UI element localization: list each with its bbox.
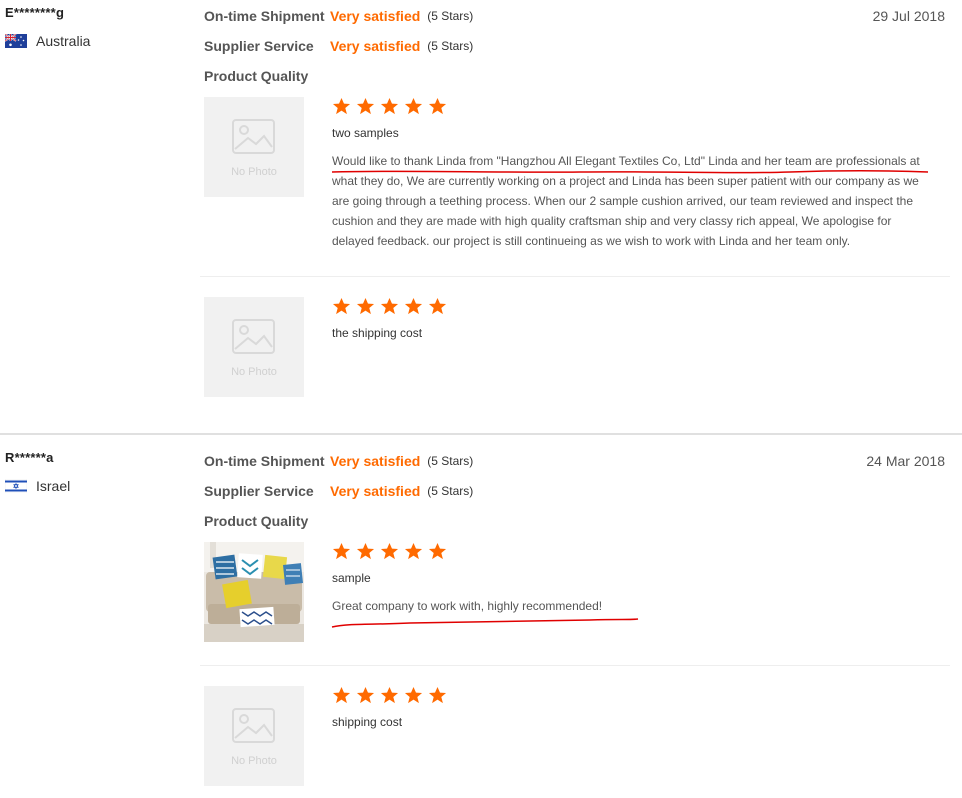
red-underline-annotation [331, 618, 639, 628]
star-icon [356, 97, 375, 115]
no-photo-text: No Photo [231, 755, 277, 767]
item-divider [200, 276, 950, 277]
star-icon [404, 686, 423, 704]
star-icon [356, 542, 375, 560]
shipment-stars: (5 Stars) [427, 454, 474, 468]
review-card: R******a Israel On-time Shipment Very sa… [0, 437, 962, 798]
review-item: No Photo the shipping cost [204, 297, 950, 397]
image-placeholder-icon: No Photo [231, 319, 277, 378]
no-photo-thumbnail[interactable]: No Photo [204, 297, 304, 397]
star-rating [332, 686, 452, 705]
star-icon [428, 297, 447, 315]
buyer-name: E********g [5, 5, 65, 20]
shipment-value: Very satisfied [330, 8, 421, 24]
review-item: No Photo two samples Would like to thank… [204, 97, 950, 267]
red-underline-annotation [331, 170, 929, 174]
review-date: 24 Mar 2018 [866, 453, 945, 469]
no-photo-thumbnail[interactable]: No Photo [204, 97, 304, 197]
product-name: the shipping cost [332, 326, 423, 340]
review-date: 29 Jul 2018 [872, 8, 945, 24]
star-icon [380, 542, 399, 560]
star-icon [380, 297, 399, 315]
australia-flag-icon [5, 34, 27, 48]
image-placeholder-icon: No Photo [231, 119, 277, 178]
no-photo-text: No Photo [231, 166, 277, 178]
star-icon [380, 686, 399, 704]
service-rating: Supplier Service Very satisfied (5 Stars… [204, 38, 473, 54]
star-icon [332, 97, 351, 115]
star-icon [332, 297, 351, 315]
buyer-name: R******a [5, 450, 54, 465]
product-photo-thumbnail[interactable] [204, 542, 304, 642]
star-icon [428, 542, 447, 560]
quality-label: Product Quality [204, 68, 309, 84]
service-value: Very satisfied [330, 483, 421, 499]
star-icon [380, 97, 399, 115]
star-icon [404, 297, 423, 315]
star-icon [332, 542, 351, 560]
service-stars: (5 Stars) [427, 39, 474, 53]
buyer-country: Australia [5, 33, 90, 49]
star-icon [428, 686, 447, 704]
quality-label: Product Quality [204, 513, 309, 529]
product-name: two samples [332, 126, 399, 140]
star-icon [356, 686, 375, 704]
image-placeholder-icon: No Photo [231, 708, 277, 767]
service-label: Supplier Service [204, 38, 314, 54]
star-icon [428, 97, 447, 115]
star-icon [356, 297, 375, 315]
israel-flag-icon [5, 479, 27, 493]
review-item: No Photo shipping cost [204, 686, 950, 786]
buyer-country: Israel [5, 478, 70, 494]
shipment-label: On-time Shipment [204, 8, 325, 24]
review-text: Great company to work with, highly recom… [332, 599, 603, 613]
item-divider [200, 665, 950, 666]
country-label: Australia [36, 33, 91, 49]
product-name: sample [332, 571, 371, 585]
star-icon [332, 686, 351, 704]
review-text: Would like to thank Linda from "Hangzhou… [332, 154, 920, 248]
star-rating [332, 97, 452, 116]
shipment-rating: On-time Shipment Very satisfied (5 Stars… [204, 8, 473, 24]
country-label: Israel [36, 478, 71, 494]
service-rating: Supplier Service Very satisfied (5 Stars… [204, 483, 473, 499]
shipment-label: On-time Shipment [204, 453, 325, 469]
star-icon [404, 542, 423, 560]
review-card: E********g Australia On-time Shipment Ve… [0, 0, 962, 435]
no-photo-thumbnail[interactable]: No Photo [204, 686, 304, 786]
star-rating [332, 297, 452, 316]
service-stars: (5 Stars) [427, 484, 474, 498]
service-value: Very satisfied [330, 38, 421, 54]
review-item: sample Great company to work with, highl… [204, 542, 950, 652]
star-rating [332, 542, 452, 561]
star-icon [404, 97, 423, 115]
no-photo-text: No Photo [231, 366, 277, 378]
shipment-stars: (5 Stars) [427, 9, 474, 23]
shipment-value: Very satisfied [330, 453, 421, 469]
shipment-rating: On-time Shipment Very satisfied (5 Stars… [204, 453, 473, 469]
service-label: Supplier Service [204, 483, 314, 499]
product-name: shipping cost [332, 715, 403, 729]
sofa-cushions-photo [204, 542, 304, 642]
